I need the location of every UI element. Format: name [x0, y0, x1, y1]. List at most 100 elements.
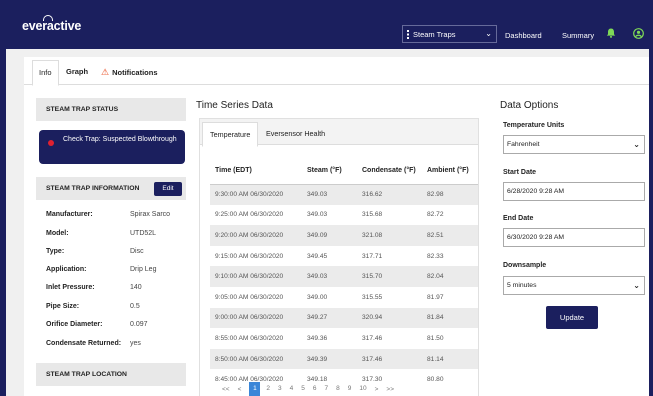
timeseries-table: Time (EDT) Steam (°F) Condensate (°F) Am… — [210, 158, 478, 390]
last-page-button[interactable]: >> — [386, 386, 394, 393]
info-value: Spirax Sarco — [130, 211, 171, 218]
downsample-select[interactable]: 5 minutes ⌄ — [503, 276, 645, 295]
info-row-inlet-pressure: Inlet Pressure: 140 — [46, 284, 142, 291]
table-row: 9:10:00 AM 06/30/2020 349.03 315.70 82.04 — [210, 266, 478, 287]
column-header[interactable]: Ambient (°F) — [422, 158, 478, 185]
downsample-value: 5 minutes — [507, 282, 537, 289]
temperature-units-value: Fahrenheit — [507, 141, 540, 148]
chevron-down-icon: ⌄ — [633, 281, 640, 290]
page-number-button[interactable]: 9 — [348, 385, 352, 392]
info-row-pipe-size: Pipe Size: 0.5 — [46, 303, 140, 310]
info-row-orifice-diameter: Orifice Diameter: 0.097 — [46, 321, 148, 328]
tab-temperature[interactable]: Temperature — [202, 122, 259, 147]
table-cell: 349.00 — [307, 293, 328, 301]
table-cell: 81.50 — [427, 334, 444, 342]
chevron-down-icon: ⌄ — [633, 140, 640, 149]
table-cell: 349.09 — [302, 225, 357, 246]
table-cell: 316.62 — [357, 184, 422, 205]
table-cell: 82.51 — [422, 225, 478, 246]
table-row: 9:15:00 AM 06/30/2020 349.45 317.71 82.33 — [210, 246, 478, 267]
asset-type-select[interactable]: Steam Traps ⌄ — [402, 25, 497, 43]
table-cell: 81.14 — [422, 348, 478, 370]
info-row-type: Type: Disc — [46, 248, 144, 255]
table-cell: 81.84 — [422, 307, 478, 329]
table-cell: 349.39 — [302, 348, 357, 370]
table-cell: 320.94 — [357, 307, 422, 329]
page-number-button[interactable]: 8 — [336, 385, 340, 392]
start-date-input[interactable]: 6/28/2020 9:28 AM — [503, 182, 645, 201]
page-number-button[interactable]: 7 — [325, 385, 329, 392]
page-number-button[interactable]: 4 — [290, 385, 294, 392]
page-number-button[interactable]: 1 — [249, 382, 261, 396]
table-row: 9:05:00 AM 06/30/2020 349.00 315.55 81.97 — [210, 287, 478, 308]
info-key: Orifice Diameter: — [46, 321, 103, 328]
everactive-logo[interactable]: everactive — [22, 19, 81, 33]
info-value: Disc — [130, 248, 144, 255]
first-page-button[interactable]: << — [222, 386, 230, 393]
page-number-button[interactable]: 5 — [301, 385, 305, 392]
chevron-down-icon: ⌄ — [485, 29, 492, 38]
location-section-header: STEAM TRAP LOCATION — [36, 363, 186, 386]
status-section-header: STEAM TRAP STATUS — [36, 98, 186, 121]
status-alert: Check Trap: Suspected Blowthrough — [39, 130, 185, 164]
table-cell: 9:05:00 AM 06/30/2020 — [215, 293, 284, 301]
table-cell: 349.45 — [307, 252, 328, 260]
alert-dot-icon — [48, 140, 54, 146]
edit-button[interactable]: Edit — [154, 182, 182, 196]
info-value: 0.5 — [130, 303, 140, 310]
temperature-units-select[interactable]: Fahrenheit ⌄ — [503, 135, 645, 154]
next-page-button[interactable]: > — [375, 386, 379, 393]
prev-page-button[interactable]: < — [238, 386, 242, 393]
steam-trap-card: Info Graph ⚠ Notifications STEAM TRAP STA… — [24, 57, 649, 396]
column-header[interactable]: Steam (°F) — [302, 158, 357, 185]
detail-tabs: Info Graph ⚠ Notifications — [24, 57, 649, 86]
status-text: Check Trap: Suspected Blowthrough — [63, 136, 177, 143]
page-number-button[interactable]: 6 — [313, 385, 317, 392]
info-row-application: Application: Drip Leg — [46, 266, 156, 273]
grip-dots-icon — [407, 29, 409, 39]
end-date-label: End Date — [503, 215, 534, 222]
table-cell: 349.03 — [307, 211, 328, 219]
warning-icon: ⚠ — [101, 67, 110, 77]
page-number-button[interactable]: 2 — [266, 385, 270, 392]
info-key: Application: — [46, 266, 87, 273]
table-cell: 349.27 — [302, 307, 357, 329]
start-date-label: Start Date — [503, 169, 537, 176]
bell-icon[interactable] — [606, 28, 616, 38]
table-cell: 315.70 — [357, 266, 422, 287]
end-date-input[interactable]: 6/30/2020 9:28 AM — [503, 228, 645, 247]
info-key: Type: — [46, 248, 65, 255]
info-row-manufacturer: Manufacturer: Spirax Sarco — [46, 211, 170, 218]
table-row: 9:30:00 AM 06/30/2020 349.03 316.62 82.98 — [210, 184, 478, 205]
data-options-title: Data Options — [500, 100, 559, 111]
tab-eversensor-health[interactable]: Eversensor Health — [266, 129, 325, 138]
column-header[interactable]: Condensate (°F) — [357, 158, 422, 185]
app-frame: everactive Steam Traps ⌄ Dashboard Summa… — [6, 4, 649, 396]
table-cell: 349.03 — [302, 184, 357, 205]
timeseries-panel: Temperature Eversensor Health Time (EDT)… — [199, 118, 479, 396]
update-button[interactable]: Update — [546, 306, 598, 329]
column-header[interactable]: Time (EDT) — [210, 158, 302, 185]
table-cell: 82.33 — [427, 252, 444, 260]
table-row: 8:50:00 AM 06/30/2020 349.39 317.46 81.14 — [210, 348, 478, 370]
table-cell: 9:00:00 AM 06/30/2020 — [210, 307, 302, 329]
timeseries-title: Time Series Data — [196, 100, 273, 111]
timeseries-tabs: Temperature Eversensor Health — [200, 119, 478, 147]
page-number-button[interactable]: 10 — [359, 385, 366, 392]
table-cell: 321.08 — [357, 225, 422, 246]
nav-dashboard[interactable]: Dashboard — [505, 31, 542, 40]
tab-notifications[interactable]: ⚠ Notifications — [101, 67, 158, 78]
page-number-button[interactable]: 3 — [278, 385, 282, 392]
user-icon[interactable] — [633, 28, 644, 39]
tab-notifications-label: Notifications — [112, 68, 158, 77]
table-cell: 81.97 — [427, 293, 444, 301]
info-section-title: STEAM TRAP INFORMATION — [46, 185, 140, 192]
table-cell: 9:10:00 AM 06/30/2020 — [210, 266, 302, 287]
tab-graph[interactable]: Graph — [66, 67, 88, 76]
tab-info[interactable]: Info — [32, 60, 59, 86]
info-key: Condensate Returned: — [46, 340, 122, 347]
table-cell: 317.71 — [362, 252, 383, 260]
table-cell: 349.03 — [302, 266, 357, 287]
nav-summary[interactable]: Summary — [562, 31, 594, 40]
table-cell: 317.46 — [357, 348, 422, 370]
